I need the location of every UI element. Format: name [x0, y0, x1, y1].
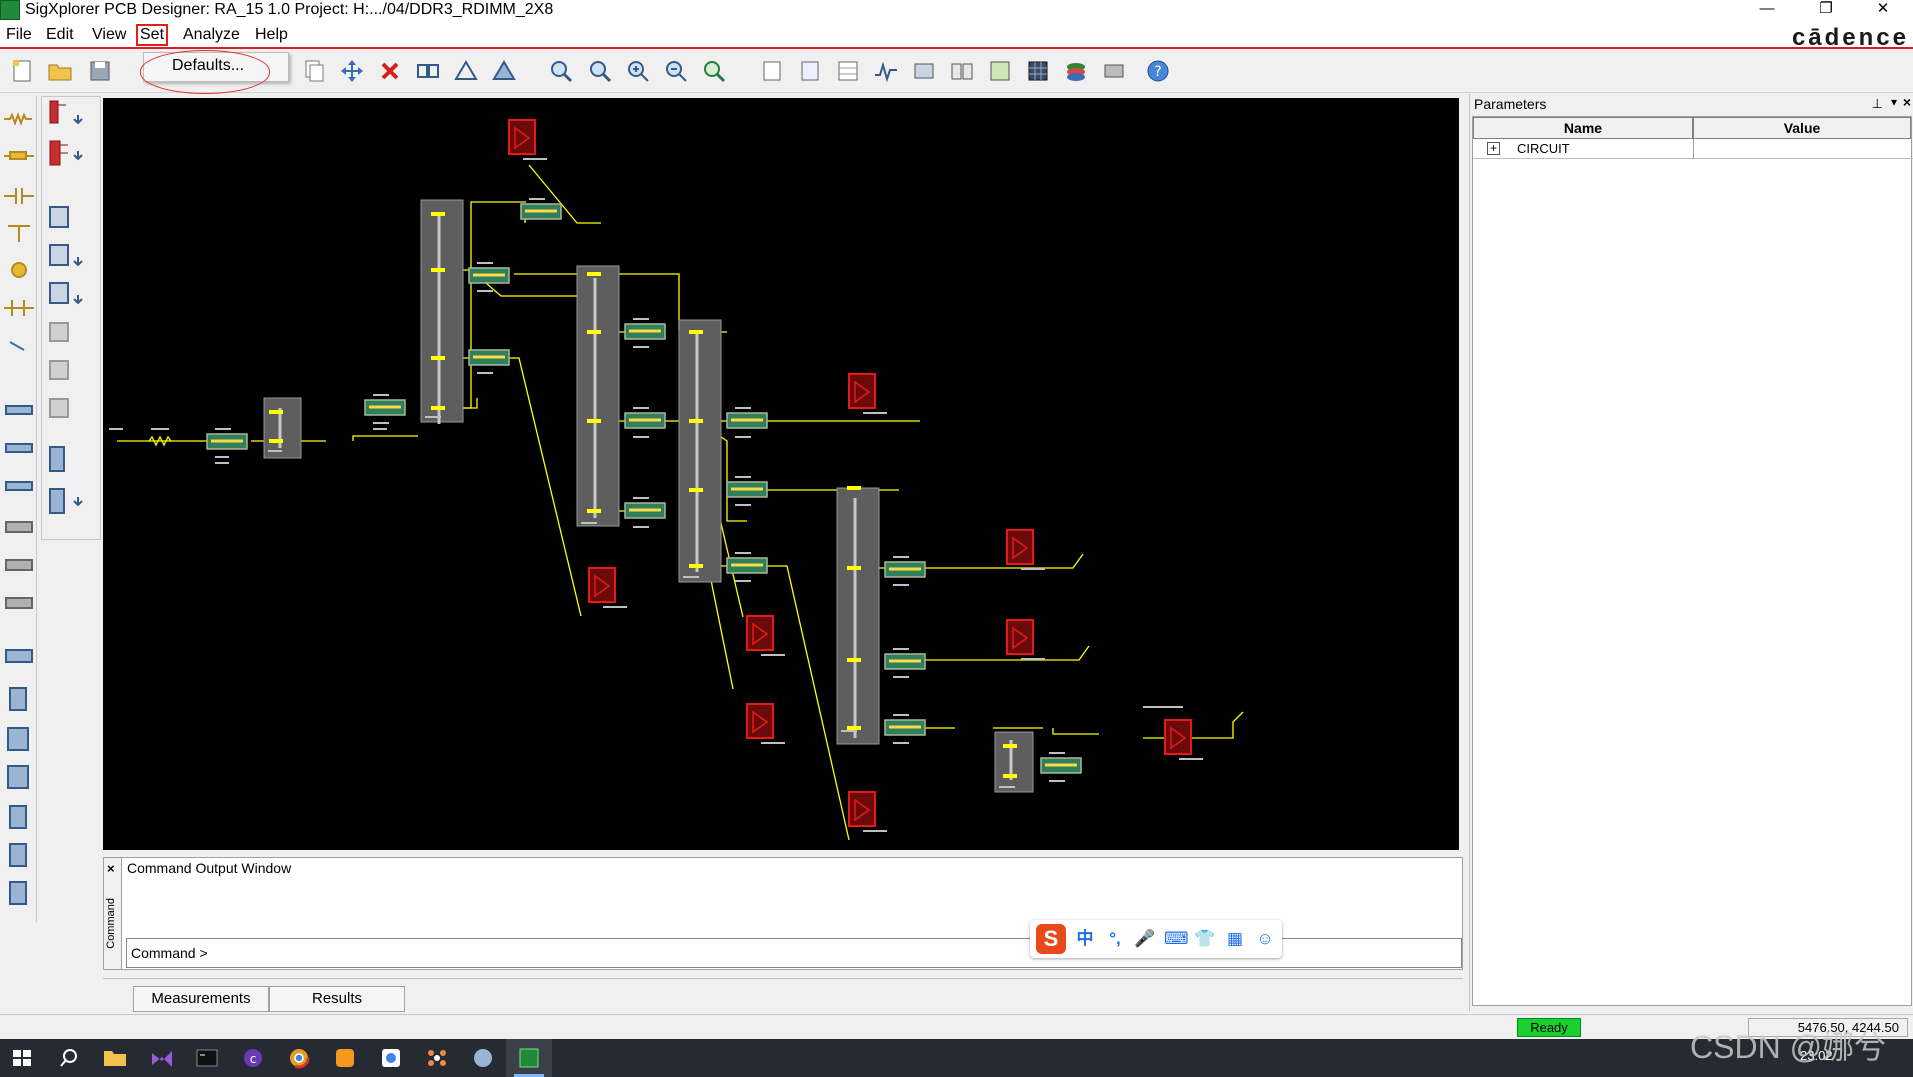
csdn-watermark: CSDN @娜兮 — [1690, 1029, 1887, 1065]
ime-toolbar: S 中 °, 🎤 ⌨ 👕 ▦ ☺ — [1030, 920, 1282, 958]
column-header-name[interactable]: Name — [1473, 117, 1693, 139]
matrix-icon[interactable] — [1024, 57, 1052, 85]
table-row[interactable]: + CIRCUIT — [1473, 139, 1913, 159]
schematic-canvas[interactable] — [103, 98, 1459, 850]
cross-section-icon[interactable] — [1100, 57, 1128, 85]
cadence-logo: cādence — [1791, 24, 1909, 51]
close-command-button[interactable]: × — [107, 861, 115, 876]
properties-icon[interactable] — [796, 57, 824, 85]
left-ic-palette — [41, 96, 101, 540]
title-bar: SigXplorer PCB Designer: RA_15 1.0 Proje… — [0, 0, 1913, 22]
zoom-fit-icon[interactable] — [547, 57, 575, 85]
move-icon[interactable] — [338, 57, 366, 85]
close-panel-button[interactable]: × — [1903, 94, 1911, 110]
toolbox-icon[interactable]: ▦ — [1224, 928, 1246, 950]
command-output-title: Command Output Window — [127, 860, 292, 876]
sogou-logo-icon[interactable]: S — [1036, 924, 1066, 954]
zoom-window-icon[interactable] — [586, 57, 614, 85]
skin-icon[interactable]: 👕 — [1194, 928, 1216, 950]
chrome-icon[interactable] — [276, 1039, 322, 1077]
window-title: SigXplorer PCB Designer: RA_15 1.0 Proje… — [25, 1, 554, 18]
defaults-menu-item[interactable]: Defaults... — [172, 57, 244, 75]
parameters-panel: Parameters ⊥ ▾ × Name Value + CIRCUIT — [1469, 94, 1913, 1012]
expand-icon[interactable]: + — [1487, 142, 1500, 155]
measurement-icon[interactable] — [986, 57, 1014, 85]
menu-help[interactable]: Help — [255, 26, 288, 44]
draw-app-icon[interactable] — [460, 1039, 506, 1077]
zoom-in-icon[interactable] — [624, 57, 652, 85]
parameters-table: Name Value + CIRCUIT — [1472, 116, 1913, 1006]
menu-view[interactable]: View — [92, 26, 126, 44]
copy-icon[interactable] — [300, 57, 328, 85]
chinese-mode-icon[interactable]: 中 — [1074, 928, 1096, 950]
menu-file[interactable]: File — [6, 26, 32, 44]
left-component-palette — [0, 96, 37, 922]
topology-schematic[interactable] — [103, 98, 1459, 850]
palette-icons — [4, 112, 34, 905]
help-icon[interactable]: ? — [1144, 57, 1172, 85]
file-explorer-icon[interactable] — [92, 1039, 138, 1077]
command-prompt: Command > — [131, 945, 208, 961]
photos-icon[interactable] — [368, 1039, 414, 1077]
command-side-label: Command — [105, 898, 117, 949]
part-labels — [109, 158, 1203, 832]
rotate-icon[interactable] — [452, 57, 480, 85]
network-app-icon[interactable] — [414, 1039, 460, 1077]
tab-results[interactable]: Results — [269, 986, 405, 1012]
menu-edit[interactable]: Edit — [46, 26, 74, 44]
svg-text:?: ? — [1154, 64, 1161, 80]
row-name: CIRCUIT — [1517, 141, 1570, 156]
restore-button[interactable]: ❐ — [1799, 0, 1853, 20]
sweep-icon[interactable] — [910, 57, 938, 85]
close-window-button[interactable]: ✕ — [1856, 0, 1910, 20]
ic-pin-markers — [269, 212, 1017, 778]
terminal-icon[interactable] — [184, 1039, 230, 1077]
bottom-tabs: Measurements Results — [103, 978, 1463, 1014]
orange-app-icon[interactable] — [322, 1039, 368, 1077]
sigxplorer-window: SigXplorer PCB Designer: RA_15 1.0 Proje… — [0, 0, 1913, 1077]
windows-start-icon[interactable] — [0, 1039, 46, 1077]
add-part-icon[interactable] — [758, 57, 786, 85]
windows-taskbar: c 23:02 — [0, 1039, 1913, 1077]
waveform-icon[interactable] — [872, 57, 900, 85]
save-icon[interactable] — [86, 57, 114, 85]
mirror-icon[interactable] — [414, 57, 442, 85]
transmission-lines[interactable] — [206, 203, 1082, 774]
svg-text:c: c — [250, 1052, 257, 1066]
menu-analyze[interactable]: Analyze — [183, 26, 240, 44]
flip-icon[interactable] — [490, 57, 518, 85]
pin-icon[interactable]: ⊥ — [1872, 96, 1883, 112]
delete-icon[interactable] — [376, 57, 404, 85]
zoom-previous-icon[interactable] — [700, 57, 728, 85]
sigxplorer-taskbar-icon[interactable] — [506, 1039, 552, 1077]
command-window-sidebar: × Command — [104, 858, 122, 969]
visual-studio-icon[interactable] — [138, 1039, 184, 1077]
tab-measurements[interactable]: Measurements — [133, 986, 269, 1012]
layer-stack-icon[interactable] — [1062, 57, 1090, 85]
spreadsheet-icon[interactable] — [834, 57, 862, 85]
minimize-button[interactable]: — — [1740, 0, 1794, 20]
status-bar: Ready 5476.50, 4244.50 — [0, 1014, 1913, 1038]
search-icon[interactable] — [46, 1039, 92, 1077]
microphone-icon[interactable]: 🎤 — [1134, 928, 1156, 950]
column-header-value[interactable]: Value — [1693, 117, 1911, 139]
ic-packages[interactable] — [263, 199, 1034, 793]
zoom-out-icon[interactable] — [662, 57, 690, 85]
menu-bar: File Edit View Set Analyze Help cādence — [0, 22, 1913, 51]
new-file-icon[interactable] — [8, 57, 36, 85]
parameters-title: Parameters — [1474, 96, 1547, 112]
column-divider — [1693, 139, 1694, 159]
open-folder-icon[interactable] — [46, 57, 74, 85]
emoji-icon[interactable]: ☺ — [1254, 928, 1276, 950]
punctuation-icon[interactable]: °, — [1104, 928, 1126, 950]
set-menu-dropdown: Defaults... — [143, 52, 289, 82]
menu-set[interactable]: Set — [136, 24, 169, 46]
keyboard-icon[interactable]: ⌨ — [1164, 928, 1189, 950]
app-logo-icon — [0, 0, 20, 20]
book-icon[interactable] — [948, 57, 976, 85]
cadence-app-icon[interactable]: c — [230, 1039, 276, 1077]
status-ready-indicator: Ready — [1517, 1018, 1581, 1037]
panel-menu-icon[interactable]: ▾ — [1891, 95, 1897, 109]
ic-palette-icons — [49, 100, 83, 514]
